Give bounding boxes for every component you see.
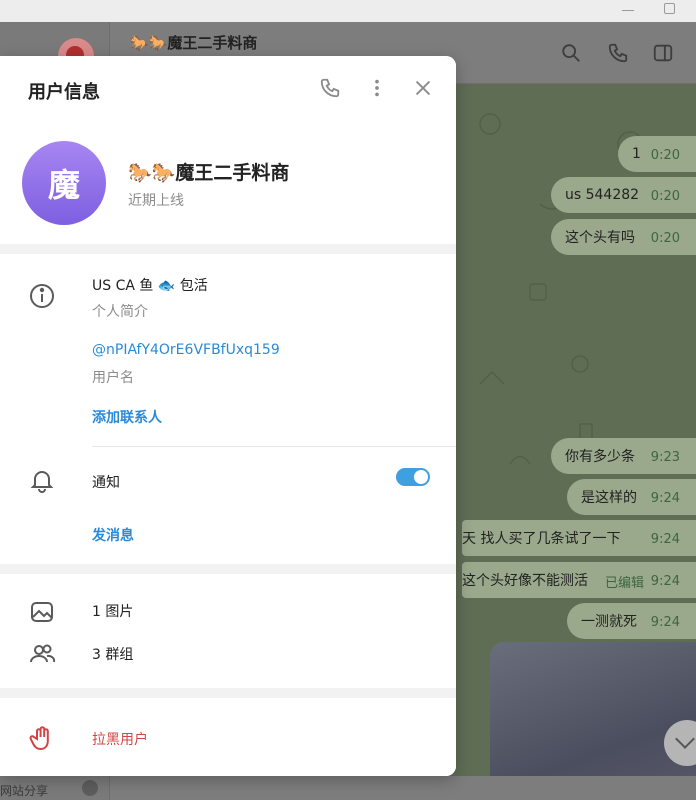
- maximize-icon[interactable]: [664, 3, 675, 14]
- avatar[interactable]: 魔: [22, 141, 106, 225]
- window-titlebar: [0, 0, 696, 22]
- message-bubble[interactable]: us 544282 0:20: [551, 177, 696, 213]
- sidebar-toggle-icon[interactable]: [652, 42, 674, 64]
- user-info-modal: 用户信息 魔 🐎🐎魔王二手料商 近期上线 US CA 鱼 🐟 包活 个人简介 @…: [0, 56, 456, 776]
- call-icon[interactable]: [319, 77, 341, 99]
- profile-header-section: 用户信息 魔 🐎🐎魔王二手料商 近期上线: [0, 56, 456, 244]
- chat-list-item-icon: [82, 780, 98, 796]
- send-message-button[interactable]: 发消息: [92, 525, 134, 545]
- user-status: 近期上线: [128, 193, 184, 209]
- search-icon[interactable]: [560, 42, 582, 64]
- more-options-icon[interactable]: [366, 77, 388, 99]
- phone-icon[interactable]: [607, 42, 629, 64]
- message-bubble[interactable]: 是这样的 9:24: [567, 479, 696, 515]
- users-icon: [30, 644, 56, 663]
- message-text: 是这样的: [581, 490, 637, 506]
- message-edited-label: 已编辑: [604, 576, 644, 591]
- chat-title[interactable]: 🐎🐎魔王二手料商: [130, 32, 257, 53]
- message-bubble[interactable]: 1 0:20: [618, 136, 696, 172]
- message-time: 0:20: [650, 189, 680, 204]
- message-text: 这个头有吗: [565, 230, 635, 246]
- chat-list-bottom-text: 网站分享: [0, 784, 49, 798]
- notifications-label: 通知: [92, 475, 120, 491]
- modal-title: 用户信息: [28, 82, 100, 103]
- divider: [92, 446, 456, 447]
- bell-icon: [30, 471, 54, 493]
- username-label: 用户名: [92, 370, 134, 386]
- message-time: 9:23: [650, 450, 680, 465]
- message-text: 这个头好像不能测活: [462, 573, 588, 589]
- message-text: 一测就死: [581, 614, 637, 630]
- bio-label: 个人简介: [92, 304, 148, 320]
- toggle-knob: [414, 470, 428, 484]
- message-bubble[interactable]: 一测就死 9:24: [567, 603, 696, 639]
- block-user-label: 拉黑用户: [92, 732, 148, 748]
- user-name: 🐎🐎魔王二手料商: [128, 162, 290, 184]
- image-icon: [31, 602, 53, 622]
- message-text: 天 找人买了几条试了一下: [462, 531, 621, 547]
- chat-list-bottom-item[interactable]: 网站分享: [0, 778, 110, 800]
- minimize-icon[interactable]: [622, 10, 634, 11]
- photos-count: 1 图片: [92, 604, 134, 620]
- groups-count: 3 群组: [92, 647, 134, 663]
- message-bubble[interactable]: 这个头好像不能测活 已编辑 9:24: [462, 562, 696, 598]
- message-time: 9:24: [650, 615, 680, 630]
- message-time: 0:20: [650, 231, 680, 246]
- message-text: 1: [632, 146, 641, 162]
- close-icon[interactable]: [412, 77, 434, 99]
- profile-info-section: US CA 鱼 🐟 包活 个人简介 @nPIAfY4OrE6VFBfUxq159…: [0, 254, 456, 564]
- message-time: 9:24: [650, 532, 680, 547]
- shared-media-section: 1 图片 3 群组: [0, 574, 456, 688]
- message-bubble[interactable]: 这个头有吗 0:20: [551, 219, 696, 255]
- message-time: 0:20: [650, 148, 680, 163]
- username-link[interactable]: @nPIAfY4OrE6VFBfUxq159: [92, 342, 280, 358]
- message-time: 9:24: [650, 491, 680, 506]
- info-icon: [30, 284, 54, 308]
- message-text: us 544282: [565, 187, 640, 203]
- message-input-bar: [110, 776, 696, 800]
- message-bubble[interactable]: 你有多少条 9:23: [551, 438, 696, 474]
- message-text: 你有多少条: [565, 449, 635, 465]
- message-time: 9:24: [650, 574, 680, 589]
- add-contact-button[interactable]: 添加联系人: [92, 407, 162, 427]
- hand-icon: [29, 726, 49, 751]
- notifications-toggle[interactable]: [396, 468, 430, 486]
- message-bubble[interactable]: 天 找人买了几条试了一下 9:24: [462, 520, 696, 556]
- block-section: 拉黑用户: [0, 698, 456, 776]
- user-bio: US CA 鱼 🐟 包活: [92, 278, 208, 294]
